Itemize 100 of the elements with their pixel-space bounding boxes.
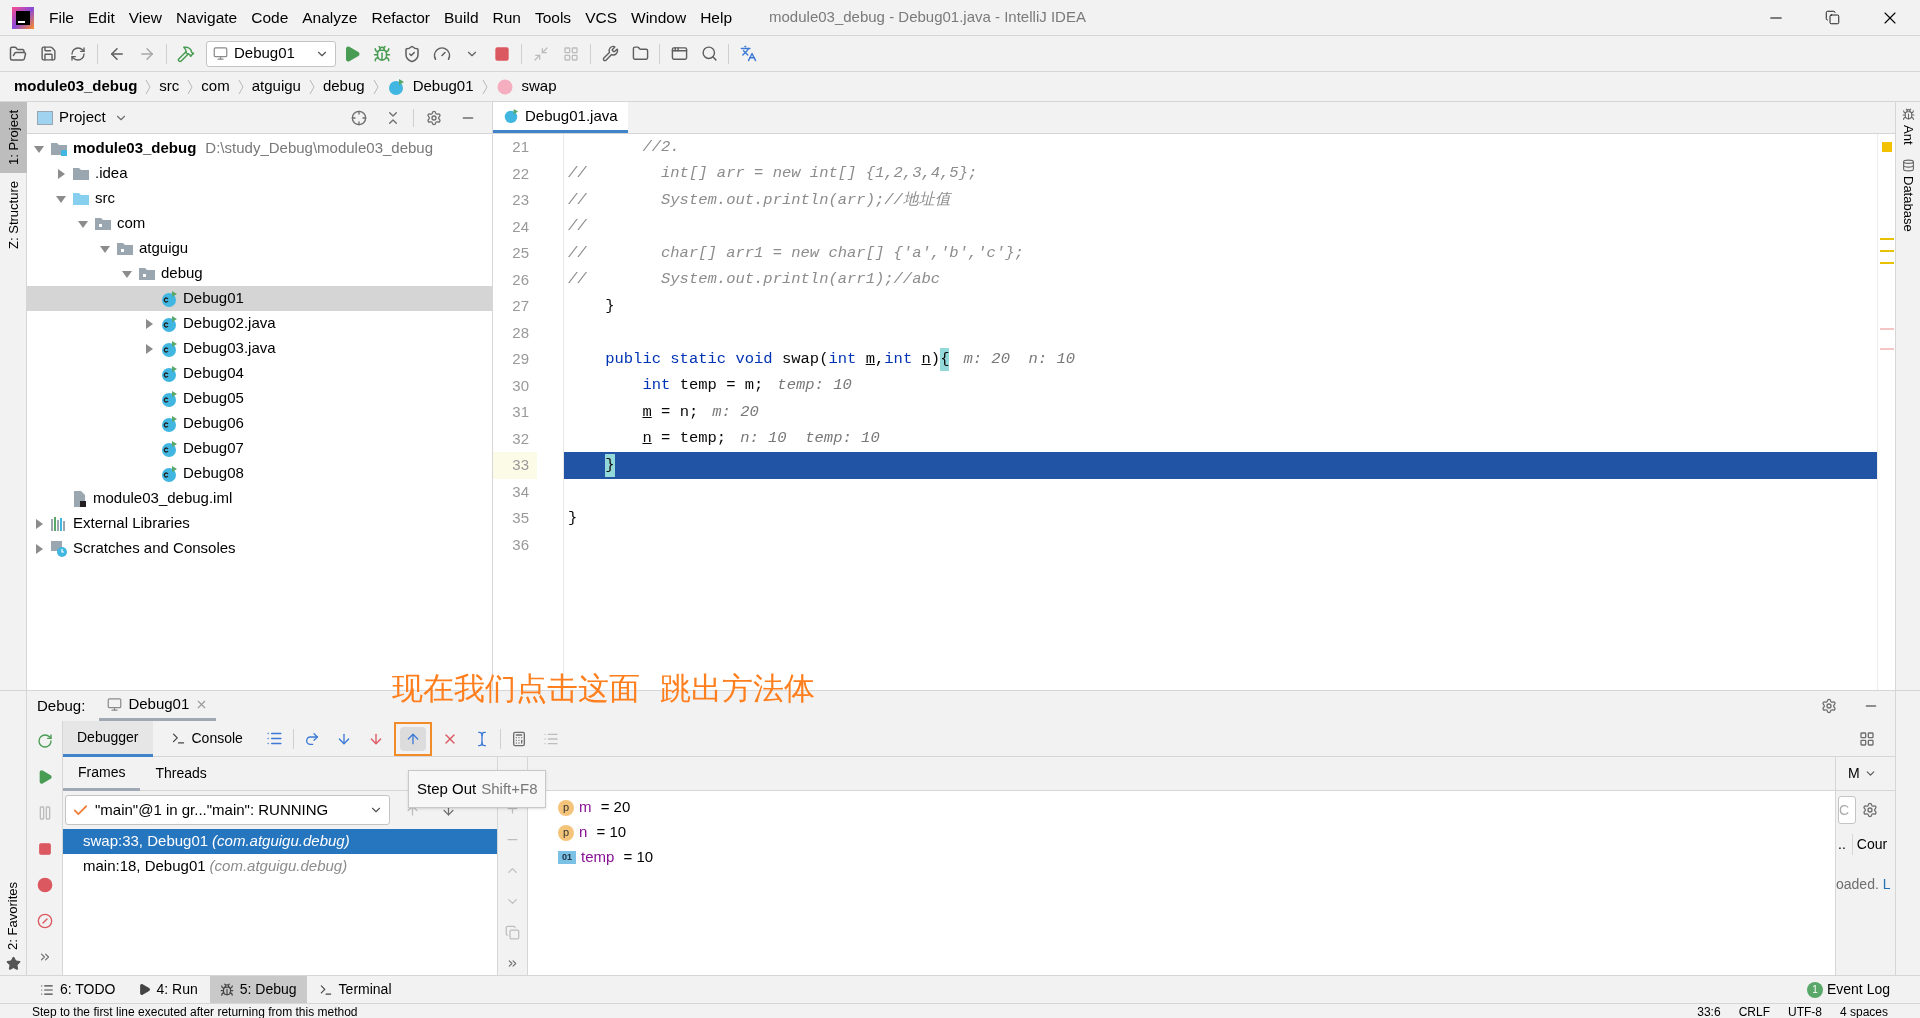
- tool-window-tab[interactable]: 1: Project: [0, 102, 27, 173]
- load-link[interactable]: L: [1882, 873, 1891, 895]
- frames-tab[interactable]: Frames: [63, 756, 141, 791]
- line-number: 34: [511, 481, 530, 502]
- tree-item[interactable]: src: [27, 186, 492, 211]
- tool-window-tab[interactable]: 5: Debug: [209, 975, 307, 1004]
- tree-item[interactable]: debug: [27, 261, 492, 286]
- breadcrumb-separator-icon: [481, 78, 488, 95]
- breadcrumb-item[interactable]: src: [159, 75, 180, 98]
- menu-item[interactable]: Edit: [81, 5, 122, 30]
- menu-item[interactable]: Help: [693, 5, 740, 30]
- breadcrumb-item[interactable]: com: [201, 75, 230, 98]
- expanded-arrow-icon[interactable]: [78, 218, 88, 229]
- menu-item[interactable]: Run: [485, 5, 528, 30]
- status-message: Step to the first line executed after returning from this method: [32, 1003, 358, 1018]
- menu-item[interactable]: Code: [244, 5, 296, 30]
- tree-item[interactable]: module03_debug D:\study_Debug\module03_debug: [27, 136, 492, 161]
- tree-item[interactable]: atguigu: [27, 236, 492, 261]
- folder-icon: [72, 165, 90, 182]
- tool-window-tab[interactable]: Database: [1898, 158, 1918, 232]
- breadcrumb-item[interactable]: atguigu: [251, 75, 301, 98]
- stack-frame[interactable]: main:18, Debug01 (com.atguigu.debug): [63, 854, 497, 879]
- run-configuration-dropdown[interactable]: Debug01: [206, 40, 336, 67]
- tree-item-label: Debug03.java: [183, 338, 276, 359]
- parameter-badge: p: [558, 799, 574, 816]
- tool-window-tab[interactable]: Terminal: [308, 975, 402, 1004]
- event-log-button[interactable]: 1 Event Log: [1806, 979, 1920, 1000]
- annotation-text: 现在我们点击这面 跳出方法体: [392, 669, 815, 708]
- debugger-tab[interactable]: Console: [156, 720, 257, 757]
- tool-window-tab[interactable]: Ant: [1898, 108, 1918, 145]
- menu-item[interactable]: View: [121, 5, 170, 30]
- menu-item[interactable]: Build: [437, 5, 486, 30]
- console-icon: [170, 731, 186, 746]
- tree-item[interactable]: com: [27, 211, 492, 236]
- breadcrumb-separator-icon: [187, 78, 194, 95]
- line-ending[interactable]: CRLF: [1738, 1003, 1770, 1018]
- settings-icon[interactable]: [1862, 802, 1878, 818]
- tool-window-tab[interactable]: 2: Favorites: [3, 882, 23, 950]
- breadcrumb-item[interactable]: debug: [322, 75, 365, 98]
- debugger-tab[interactable]: Debugger: [63, 720, 153, 757]
- tree-item[interactable]: Debug05: [27, 386, 492, 411]
- menu-item[interactable]: Window: [624, 5, 694, 30]
- tree-item[interactable]: Debug06: [27, 411, 492, 436]
- step-out-button[interactable]: [393, 721, 432, 756]
- collapsed-arrow-icon[interactable]: [34, 518, 44, 529]
- menu-item[interactable]: File: [42, 5, 81, 30]
- class-icon: [160, 414, 178, 433]
- tool-window-tab[interactable]: 4: Run: [127, 975, 208, 1004]
- variable-name: temp: [581, 847, 615, 868]
- thread-dropdown[interactable]: "main"@1 in gr..."main": RUNNING: [65, 795, 390, 825]
- collapsed-arrow-icon[interactable]: [34, 543, 44, 554]
- tool-window-tab[interactable]: Z: Structure: [0, 172, 27, 257]
- editor-tab[interactable]: Debug01.java: [493, 102, 628, 133]
- expanded-arrow-icon[interactable]: [122, 268, 132, 279]
- tree-item[interactable]: Debug07: [27, 436, 492, 461]
- collapsed-arrow-icon[interactable]: [56, 168, 66, 179]
- menu-item[interactable]: Refactor: [364, 5, 438, 30]
- collapsed-arrow-icon[interactable]: [144, 343, 154, 354]
- line-number: 30: [511, 375, 530, 396]
- expanded-arrow-icon[interactable]: [100, 243, 110, 254]
- tree-item[interactable]: .idea: [27, 161, 492, 186]
- indent-setting[interactable]: 4 spaces: [1839, 1003, 1888, 1018]
- code-token: ,: [875, 348, 885, 370]
- notification-count: 1: [1806, 981, 1823, 998]
- breadcrumb-separator-icon: [145, 78, 152, 95]
- file-encoding[interactable]: UTF-8: [1787, 1003, 1822, 1018]
- tree-item-label: Debug05: [183, 388, 244, 409]
- tree-item[interactable]: Scratches and Consoles: [27, 536, 492, 561]
- breadcrumb-item[interactable]: swap: [521, 75, 557, 98]
- menu-item[interactable]: Tools: [527, 5, 579, 30]
- collapsed-arrow-icon[interactable]: [144, 318, 154, 329]
- tree-item[interactable]: External Libraries: [27, 511, 492, 536]
- tree-item[interactable]: Debug08: [27, 461, 492, 486]
- scratches-icon: [50, 539, 68, 558]
- expanded-arrow-icon[interactable]: [34, 143, 44, 154]
- memory-tab[interactable]: M: [1848, 763, 1860, 784]
- tree-item[interactable]: module03_debug.iml: [27, 486, 492, 511]
- breadcrumb-item[interactable]: module03_debug: [14, 75, 138, 98]
- line-number: 32: [511, 428, 530, 449]
- tree-item[interactable]: Debug04: [27, 361, 492, 386]
- tree-item[interactable]: Debug03.java: [27, 336, 492, 361]
- breadcrumb-item[interactable]: Debug01: [412, 75, 474, 98]
- stack-frame[interactable]: swap:33, Debug01 (com.atguigu.debug): [63, 829, 497, 854]
- menu-item[interactable]: VCS: [578, 5, 624, 30]
- frames-tab[interactable]: Threads: [140, 756, 222, 791]
- tree-item[interactable]: Debug01: [27, 286, 492, 311]
- tooltip-title: Step Out: [417, 778, 477, 799]
- tree-item[interactable]: Debug02.java: [27, 311, 492, 336]
- debug-label: Debug:: [37, 695, 86, 716]
- tool-window-tab[interactable]: 6: TODO: [30, 975, 126, 1004]
- tree-item-label: Debug01: [183, 288, 244, 309]
- project-view-dropdown[interactable]: Project: [59, 106, 128, 129]
- restore-icon[interactable]: [1825, 10, 1840, 25]
- menu-item[interactable]: Analyze: [295, 5, 365, 30]
- panel-window-icon: [37, 110, 53, 125]
- menu-item[interactable]: Navigate: [169, 5, 245, 30]
- star-icon: [5, 956, 21, 971]
- variable-name: n: [579, 822, 588, 843]
- caret-position[interactable]: 33:6: [1697, 1003, 1721, 1018]
- expanded-arrow-icon[interactable]: [56, 193, 66, 204]
